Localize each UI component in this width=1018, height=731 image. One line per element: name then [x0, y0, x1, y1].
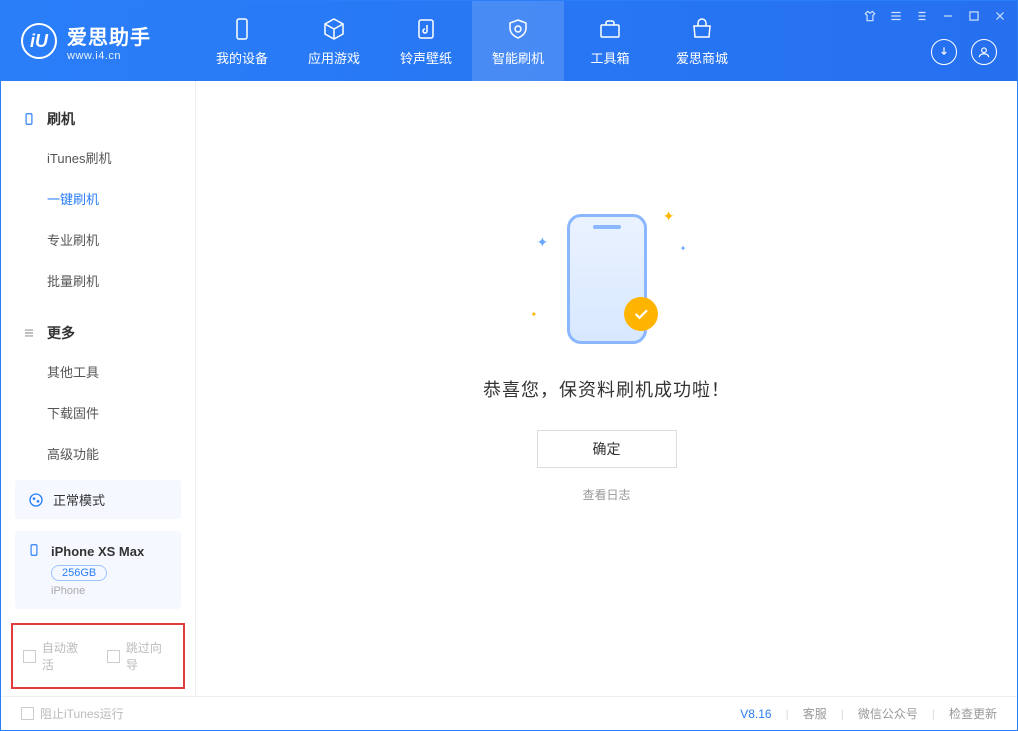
cube-icon — [321, 16, 347, 42]
sidebar-item-other-tools[interactable]: 其他工具 — [1, 351, 195, 392]
shop-icon — [689, 16, 715, 42]
mode-label: 正常模式 — [53, 490, 105, 509]
sidebar-item-oneclick-flash[interactable]: 一键刷机 — [1, 178, 195, 219]
check-badge-icon — [624, 297, 658, 331]
device-storage-badge: 256GB — [51, 565, 107, 581]
success-message: 恭喜您，保资料刷机成功啦！ — [483, 376, 730, 402]
phone-icon — [229, 16, 255, 42]
checkbox-box-icon — [21, 707, 34, 720]
phone-illustration-icon — [567, 214, 647, 344]
window-controls — [863, 9, 1007, 23]
mode-status-box[interactable]: 正常模式 — [15, 480, 181, 519]
tab-smart-flash[interactable]: 智能刷机 — [472, 1, 564, 81]
minimize-icon[interactable] — [941, 9, 955, 23]
close-icon[interactable] — [993, 9, 1007, 23]
tab-label: 智能刷机 — [492, 48, 544, 67]
separator: | — [786, 707, 789, 721]
view-log-link[interactable]: 查看日志 — [582, 486, 630, 503]
checkbox-auto-activate[interactable]: 自动激活 — [23, 639, 89, 673]
maximize-icon[interactable] — [967, 9, 981, 23]
device-name-row: iPhone XS Max — [27, 543, 169, 559]
device-type: iPhone — [51, 585, 169, 597]
refresh-shield-icon — [505, 16, 531, 42]
checkbox-label: 自动激活 — [42, 639, 89, 673]
checkbox-box-icon — [23, 650, 36, 663]
tab-label: 铃声壁纸 — [400, 48, 452, 67]
sidebar-section-title: 刷机 — [47, 109, 75, 129]
wechat-link[interactable]: 微信公众号 — [858, 705, 918, 722]
checkbox-label: 跳过向导 — [126, 639, 173, 673]
sidebar-item-itunes-flash[interactable]: iTunes刷机 — [1, 137, 195, 178]
logo-icon: iU — [21, 23, 57, 59]
device-icon — [21, 111, 37, 127]
sidebar-section-more: 更多 — [1, 315, 195, 351]
body: 刷机 iTunes刷机 一键刷机 专业刷机 批量刷机 更多 其他工具 下载固件 … — [1, 81, 1017, 696]
sparkle-icon: ✦ — [531, 310, 538, 319]
toolbox-icon — [597, 16, 623, 42]
sidebar-item-batch-flash[interactable]: 批量刷机 — [1, 260, 195, 301]
shirt-icon[interactable] — [863, 9, 877, 23]
download-button[interactable] — [931, 39, 957, 65]
ok-button[interactable]: 确定 — [537, 430, 677, 468]
tab-ringtones[interactable]: 铃声壁纸 — [380, 1, 472, 81]
titlebar: iU 爱思助手 www.i4.cn 我的设备 应用游戏 铃声壁纸 智能刷机 — [1, 1, 1017, 81]
separator: | — [841, 707, 844, 721]
user-button[interactable] — [971, 39, 997, 65]
checkbox-skip-guide[interactable]: 跳过向导 — [107, 639, 173, 673]
checkbox-block-itunes[interactable]: 阻止iTunes运行 — [21, 705, 124, 722]
user-controls — [931, 39, 1007, 65]
main-tabs: 我的设备 应用游戏 铃声壁纸 智能刷机 工具箱 爱思商城 — [196, 1, 748, 81]
support-link[interactable]: 客服 — [803, 705, 827, 722]
device-info-box[interactable]: iPhone XS Max 256GB iPhone — [15, 531, 181, 609]
tab-my-device[interactable]: 我的设备 — [196, 1, 288, 81]
sparkle-icon: ✦ — [680, 244, 687, 253]
tab-label: 工具箱 — [590, 48, 629, 67]
sidebar-section-title: 更多 — [47, 323, 75, 343]
success-illustration: ✦ ✦ ✦ ✦ — [567, 214, 647, 344]
app-window: iU 爱思助手 www.i4.cn 我的设备 应用游戏 铃声壁纸 智能刷机 — [0, 0, 1018, 731]
sidebar-item-pro-flash[interactable]: 专业刷机 — [1, 219, 195, 260]
separator: | — [932, 707, 935, 721]
tab-store[interactable]: 爱思商城 — [656, 1, 748, 81]
tab-label: 爱思商城 — [676, 48, 728, 67]
tab-apps-games[interactable]: 应用游戏 — [288, 1, 380, 81]
menu-list-icon[interactable] — [915, 9, 929, 23]
music-icon — [413, 16, 439, 42]
main-content: ✦ ✦ ✦ ✦ 恭喜您，保资料刷机成功啦！ 确定 查看日志 — [196, 81, 1017, 696]
app-name-cn: 爱思助手 — [67, 21, 151, 50]
tab-label: 应用游戏 — [308, 48, 360, 67]
footer: 阻止iTunes运行 V8.16 | 客服 | 微信公众号 | 检查更新 — [1, 696, 1017, 730]
tab-toolbox[interactable]: 工具箱 — [564, 1, 656, 81]
device-phone-icon — [27, 543, 43, 559]
sidebar-item-download-firmware[interactable]: 下载固件 — [1, 392, 195, 433]
checkbox-box-icon — [107, 650, 120, 663]
tab-label: 我的设备 — [216, 48, 268, 67]
sidebar-item-advanced[interactable]: 高级功能 — [1, 433, 195, 474]
list-icon — [21, 325, 37, 341]
logo-text: 爱思助手 www.i4.cn — [67, 21, 151, 62]
logo-area: iU 爱思助手 www.i4.cn — [1, 21, 196, 62]
footer-right: V8.16 | 客服 | 微信公众号 | 检查更新 — [740, 705, 997, 722]
checkbox-label: 阻止iTunes运行 — [40, 705, 124, 722]
app-name-en: www.i4.cn — [67, 50, 151, 62]
menu-icon[interactable] — [889, 9, 903, 23]
sidebar-section-flash: 刷机 — [1, 101, 195, 137]
options-highlighted-box: 自动激活 跳过向导 — [11, 623, 185, 689]
device-name: iPhone XS Max — [51, 544, 144, 559]
status-icon — [27, 491, 45, 509]
version-label[interactable]: V8.16 — [740, 707, 771, 721]
titlebar-right — [863, 1, 1007, 81]
sparkle-icon: ✦ — [663, 208, 675, 225]
check-update-link[interactable]: 检查更新 — [949, 705, 997, 722]
sparkle-icon: ✦ — [537, 234, 549, 251]
sidebar: 刷机 iTunes刷机 一键刷机 专业刷机 批量刷机 更多 其他工具 下载固件 … — [1, 81, 196, 696]
